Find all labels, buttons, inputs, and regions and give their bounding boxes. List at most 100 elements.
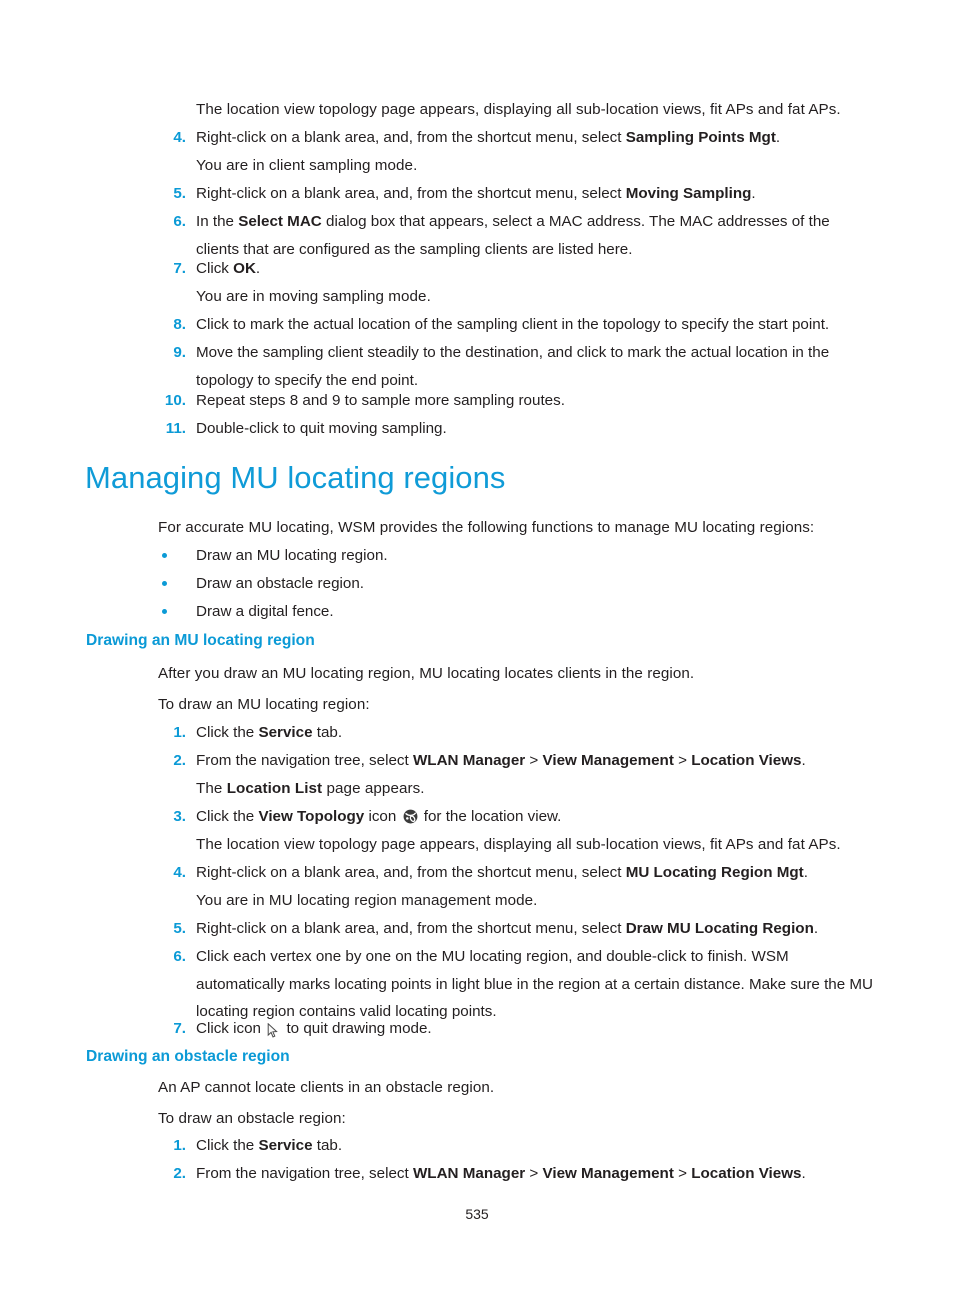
- list-number: 2.: [173, 752, 186, 769]
- mu-region-intro-1: After you draw an MU locating region, MU…: [158, 665, 695, 682]
- list-number: 6.: [173, 948, 186, 965]
- nav-term-view-management: View Management: [542, 1165, 674, 1182]
- list-item: 2. From the navigation tree, select WLAN…: [148, 1160, 876, 1188]
- list-text-pre: Right-click on a blank area, and, from t…: [196, 185, 626, 202]
- list-item: 4. Right-click on a blank area, and, fro…: [148, 859, 876, 887]
- bullet-dot-icon: [162, 581, 167, 586]
- list-text-post: for the location view.: [419, 808, 562, 825]
- list-number: 3.: [173, 808, 186, 825]
- nav-term-wlan-manager: WLAN Manager: [412, 1165, 526, 1182]
- note-pre: The: [196, 780, 227, 797]
- nav-term-view-management: View Management: [542, 752, 674, 769]
- bullet-dot-icon: [162, 553, 167, 558]
- nav-separator: >: [525, 1165, 543, 1182]
- list-text-post: .: [813, 920, 819, 937]
- list-number: 1.: [173, 724, 186, 741]
- list-text: Right-click on a blank area, and, from t…: [196, 180, 876, 208]
- list-text-pre: Click icon: [196, 1020, 266, 1037]
- list-text-post: .: [775, 129, 781, 146]
- location-list-note: The Location List page appears.: [196, 775, 876, 803]
- list-number: 5.: [173, 920, 186, 937]
- list-item: Draw a digital fence.: [148, 598, 876, 626]
- list-item: 8. Click to mark the actual location of …: [148, 311, 876, 339]
- mu-region-mode-note: You are in MU locating region management…: [196, 892, 538, 909]
- list-item: 1. Click the Service tab.: [148, 1132, 876, 1160]
- topology-appears-note: The location view topology page appears,…: [196, 101, 841, 118]
- ui-term: Sampling Points Mgt: [625, 129, 776, 146]
- view-topology-icon: [403, 806, 418, 834]
- list-number: 9.: [173, 344, 186, 361]
- list-number: 8.: [173, 316, 186, 333]
- bullet-text: Draw an MU locating region.: [196, 547, 388, 564]
- list-text: Double-click to quit moving sampling.: [196, 420, 447, 437]
- list-text-icon-label: icon: [364, 808, 401, 825]
- mouse-cursor-icon: [267, 1018, 280, 1046]
- list-number: 1.: [173, 1137, 186, 1154]
- list-number: 11.: [165, 420, 186, 437]
- list-item: 6. Click each vertex one by one on the M…: [148, 943, 876, 1026]
- nav-term-location-views: Location Views: [691, 752, 802, 769]
- list-item: 1. Click the Service tab.: [148, 719, 876, 747]
- list-number: 7.: [173, 260, 186, 277]
- list-text-pre: Click the: [196, 808, 259, 825]
- ui-term: Select MAC: [238, 213, 322, 230]
- list-number: 2.: [173, 1165, 186, 1182]
- moving-sampling-mode-note: You are in moving sampling mode.: [196, 288, 431, 305]
- ui-term: Draw MU Locating Region: [625, 920, 814, 937]
- list-item: Draw an MU locating region.: [148, 542, 876, 570]
- obstacle-region-intro-2: To draw an obstacle region:: [158, 1110, 346, 1127]
- list-text-pre: Right-click on a blank area, and, from t…: [196, 920, 626, 937]
- list-number: 4.: [173, 864, 186, 881]
- mu-region-intro-2: To draw an MU locating region:: [158, 696, 370, 713]
- list-text: Move the sampling client steadily to the…: [196, 344, 830, 389]
- list-text-pre: Right-click on a blank area, and, from t…: [196, 129, 626, 146]
- list-text-post: tab.: [312, 724, 343, 741]
- list-item: 7. Click OK.: [148, 255, 876, 283]
- ui-term: Moving Sampling: [625, 185, 752, 202]
- nav-separator: >: [673, 1165, 692, 1182]
- page-number: 535: [465, 1206, 489, 1222]
- topology-appears-note-2: The location view topology page appears,…: [196, 836, 841, 853]
- list-number: 6.: [173, 213, 186, 230]
- list-item: 2. From the navigation tree, select WLAN…: [148, 747, 876, 775]
- list-text-pre: In the: [196, 213, 239, 230]
- list-number: 5.: [173, 185, 186, 202]
- list-text-post: .: [255, 260, 261, 277]
- list-text-post: .: [803, 864, 808, 881]
- bullet-text: Draw an obstacle region.: [196, 575, 364, 592]
- list-text-post: .: [801, 752, 806, 769]
- note-post: page appears.: [322, 780, 425, 797]
- ui-term: OK: [233, 260, 256, 277]
- ui-term: Location List: [226, 780, 323, 797]
- list-item: 5. Right-click on a blank area, and, fro…: [148, 180, 876, 208]
- list-text: Right-click on a blank area, and, from t…: [196, 859, 876, 887]
- nav-separator: >: [673, 752, 692, 769]
- list-text: Click each vertex one by one on the MU l…: [196, 948, 874, 1020]
- list-text: Click the Service tab.: [196, 719, 876, 747]
- list-text: Click to mark the actual location of the…: [196, 316, 830, 333]
- list-text-post: to quit drawing mode.: [282, 1020, 432, 1037]
- list-item: 11. Double-click to quit moving sampling…: [148, 415, 876, 443]
- list-item: Draw an obstacle region.: [148, 570, 876, 598]
- subsection-heading-mu-region: Drawing an MU locating region: [86, 632, 315, 649]
- list-text-post: .: [801, 1165, 806, 1182]
- list-item: 7. Click icon to quit drawing mode.: [148, 1015, 876, 1046]
- list-text-post: .: [751, 185, 756, 202]
- list-text-pre: Click: [196, 260, 234, 277]
- ui-term: MU Locating Region Mgt: [625, 864, 804, 881]
- client-sampling-mode-note: You are in client sampling mode.: [196, 157, 418, 174]
- list-item: 10. Repeat steps 8 and 9 to sample more …: [148, 387, 876, 415]
- list-text-post: tab.: [312, 1137, 343, 1154]
- list-text-pre: Click the: [196, 1137, 259, 1154]
- page-title: Managing MU locating regions: [85, 460, 506, 495]
- list-text-pre: From the navigation tree, select: [196, 752, 413, 769]
- bullet-dot-icon: [162, 609, 167, 614]
- list-number: 4.: [173, 129, 186, 146]
- document-page: The location view topology page appears,…: [0, 0, 954, 1296]
- list-text-pre: Right-click on a blank area, and, from t…: [196, 864, 626, 881]
- list-text-pre: From the navigation tree, select: [196, 1165, 413, 1182]
- nav-separator: >: [525, 752, 543, 769]
- list-text: Repeat steps 8 and 9 to sample more samp…: [196, 392, 565, 409]
- list-text: Click icon to quit drawing mode.: [196, 1015, 876, 1046]
- list-number: 7.: [173, 1020, 186, 1037]
